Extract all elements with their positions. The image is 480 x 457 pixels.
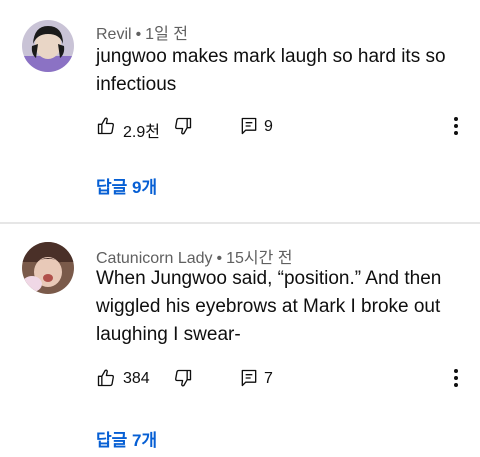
comment-text: When Jungwoo said, “position.” And then …: [96, 268, 442, 345]
thumb-up-icon[interactable]: [96, 116, 116, 136]
avatar[interactable]: [22, 20, 74, 72]
reply-count: 7: [264, 370, 273, 387]
comment-actions: 384 7: [96, 366, 466, 390]
comment-item: Revil • 1일 전 jungwoo makes mark laugh so h…: [0, 0, 480, 222]
comment-icon[interactable]: [239, 368, 259, 388]
thumb-up-icon[interactable]: [96, 368, 116, 388]
avatar[interactable]: [22, 242, 74, 294]
thumb-down-icon[interactable]: [173, 116, 193, 136]
comment-text: jungwoo makes mark laugh so hard its so …: [96, 46, 446, 95]
like-count: 384: [123, 370, 150, 387]
thumb-down-icon[interactable]: [173, 368, 193, 388]
author-name[interactable]: Revil: [96, 26, 132, 43]
comment-time: 1일 전: [145, 26, 188, 43]
more-vert-icon[interactable]: [448, 115, 464, 137]
comment-meta: Revil • 1일 전: [96, 20, 188, 44]
view-replies-link[interactable]: 답글 9개: [96, 173, 157, 198]
reply-count: 9: [264, 118, 273, 135]
like-count: 2.9천: [123, 124, 160, 141]
comment-icon[interactable]: [239, 116, 259, 136]
comment-actions: 2.9천 9: [96, 114, 466, 141]
comment-item: Catunicorn Lady • 15시간 전 When Jungwoo said…: [0, 224, 480, 457]
view-replies-link[interactable]: 답글 7개: [96, 426, 157, 451]
more-vert-icon[interactable]: [448, 367, 464, 389]
meta-separator: •: [135, 26, 142, 43]
